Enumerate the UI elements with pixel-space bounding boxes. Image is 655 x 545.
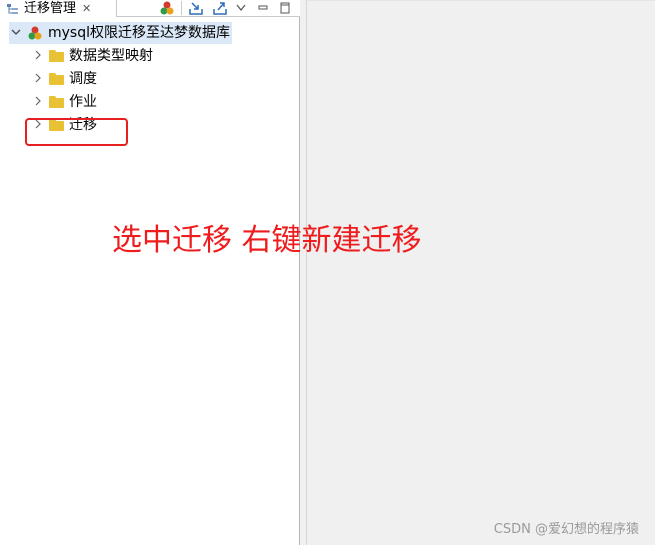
annotation-text: 选中迁移 右键新建迁移 [112, 223, 422, 258]
chevron-right-icon[interactable] [31, 96, 45, 109]
panel-tab-bar: 迁移管理 ✕ [0, 0, 300, 17]
tree-item-job[interactable]: 作业 [31, 91, 97, 113]
maximize-icon[interactable] [278, 0, 292, 16]
tree-item-label: 作业 [69, 94, 97, 110]
highlight-box [25, 118, 128, 146]
view-menu-icon[interactable] [234, 0, 248, 16]
tab-migration-management[interactable]: 迁移管理 ✕ [0, 0, 117, 17]
folder-icon [49, 96, 64, 108]
folder-icon [49, 73, 64, 85]
tree-item-schedule[interactable]: 调度 [31, 68, 97, 90]
folder-icon [49, 50, 64, 62]
export-icon[interactable] [211, 0, 229, 16]
tree-item-label: 数据类型映射 [69, 48, 153, 64]
editor-top-border [307, 0, 655, 1]
minimize-icon[interactable] [256, 0, 270, 16]
chevron-right-icon[interactable] [31, 50, 45, 63]
migration-management-panel: 迁移管理 ✕ mysql权限迁移至达梦数据库 数据类型映射 调度 作业 迁移 [0, 0, 300, 545]
tree-root-label: mysql权限迁移至达梦数据库 [48, 25, 230, 41]
watermark: CSDN @爱幻想的程序猿 [493, 522, 639, 537]
toolbar-separator [181, 1, 182, 15]
tree-item-data-type-mapping[interactable]: 数据类型映射 [31, 45, 153, 67]
editor-area [306, 0, 655, 545]
import-icon[interactable] [187, 0, 205, 16]
chevron-down-icon[interactable] [9, 27, 23, 40]
close-tab-icon[interactable]: ✕ [82, 1, 91, 16]
tree-item-label: 调度 [69, 71, 97, 87]
database-icon [27, 25, 43, 41]
tree-view-icon [6, 2, 20, 16]
tree-root-item[interactable]: mysql权限迁移至达梦数据库 [9, 22, 232, 44]
tab-label: 迁移管理 [24, 1, 77, 16]
chevron-right-icon[interactable] [31, 73, 45, 86]
db-connect-icon[interactable] [158, 0, 176, 16]
